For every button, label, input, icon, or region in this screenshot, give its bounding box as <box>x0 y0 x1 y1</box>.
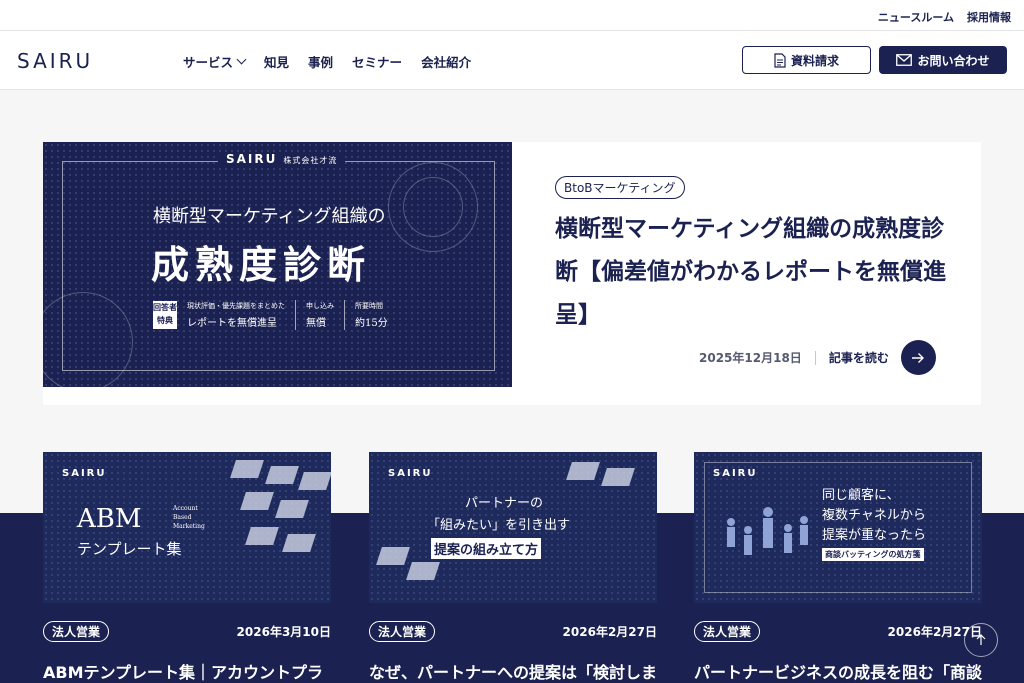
card-image-note: 提案の組み立て方 <box>431 538 542 559</box>
card-image-subtitle: テンプレート集 <box>77 540 182 558</box>
category-tag[interactable]: 法人営業 <box>43 621 110 642</box>
contact-label: お問い合わせ <box>917 53 990 68</box>
featured-image[interactable]: SAIRU 株式会社才流 横断型マーケティング組織の 成熟度診断 回答者特典 現状… <box>43 142 512 387</box>
nav-item-cases[interactable]: 事例 <box>308 52 333 71</box>
divider <box>295 300 296 330</box>
chevron-down-icon <box>236 54 247 65</box>
card-image-title: ABM <box>77 504 142 534</box>
image-logo: SAIRU 株式会社才流 <box>218 152 346 166</box>
image-headline-2: 成熟度診断 <box>151 242 372 287</box>
category-tag[interactable]: 法人営業 <box>694 621 761 642</box>
category-tag[interactable]: BtoBマーケティング <box>555 176 685 199</box>
card-image-subtitle: 「組みたい」を引き出す <box>427 518 571 533</box>
card-image-title: パートナーの <box>465 496 544 511</box>
site-logo[interactable]: SAIRU <box>17 49 93 73</box>
nav-label: 知見 <box>264 55 290 70</box>
nav-label: 事例 <box>308 55 334 70</box>
decorative-sheet <box>245 527 279 545</box>
mail-icon <box>896 54 913 66</box>
category-tag[interactable]: 法人営業 <box>369 621 436 642</box>
nav-item-seminars[interactable]: セミナー <box>352 52 402 71</box>
image-time: 所要時間 約15分 <box>355 302 388 329</box>
article-title[interactable]: 横断型マーケティング組織の成熟度診断【偏差値がわかるレポートを無償進呈】 <box>555 208 955 337</box>
card-image-title: 同じ顧客に、 <box>822 488 900 503</box>
featured-article[interactable]: SAIRU 株式会社才流 横断型マーケティング組織の 成熟度診断 回答者特典 現状… <box>43 142 981 405</box>
article-meta: 2025年12月18日 記事を読む <box>699 340 936 375</box>
newsroom-link[interactable]: ニュースルーム <box>878 9 954 25</box>
decorative-sheet <box>406 562 440 580</box>
card-image-logo: SAIRU <box>62 468 107 479</box>
article-date: 2025年12月18日 <box>699 351 802 365</box>
card-image[interactable]: SAIRU 同じ顧客に、 複数チャネルから 提案が重なったら 商談バッティングの… <box>694 452 982 603</box>
article-date: 2026年3月10日 <box>236 625 331 639</box>
image-note: 現状評価・優先課題をまとめた レポートを無償進呈 <box>187 302 285 329</box>
article-card[interactable]: SAIRU 同じ顧客に、 複数チャネルから 提案が重なったら 商談バッティングの… <box>694 452 982 683</box>
card-meta: 法人営業 2026年3月10日 <box>43 621 331 642</box>
article-title[interactable]: パートナービジネスの成長を阻む「商談 <box>694 659 982 683</box>
image-info-row: 回答者特典 現状評価・優先課題をまとめた レポートを無償進呈 申し込み 無償 所… <box>153 300 388 330</box>
request-documents-label: 資料請求 <box>790 53 839 68</box>
nav-label: サービス <box>183 55 234 70</box>
decorative-sheet <box>275 500 309 518</box>
utility-bar: ニュースルーム 採用情報 <box>0 0 1024 31</box>
image-apply: 申し込み 無償 <box>306 302 334 329</box>
card-image-note: 提案が重なったら <box>822 528 927 543</box>
main-nav: サービス 知見 事例 セミナー 会社紹介 <box>183 52 471 71</box>
read-more-button[interactable] <box>900 340 936 375</box>
decorative-sheet <box>240 492 274 510</box>
divider <box>814 350 816 365</box>
nav-label: 会社紹介 <box>421 55 472 70</box>
card-image[interactable]: SAIRU パートナーの 「組みたい」を引き出す 提案の組み立て方 <box>369 452 657 603</box>
article-title[interactable]: ABMテンプレート集｜アカウントプラ <box>43 659 331 683</box>
decorative-sheet <box>376 547 410 565</box>
card-meta: 法人営業 2026年2月27日 <box>694 621 982 642</box>
card-meta: 法人営業 2026年2月27日 <box>369 621 657 642</box>
card-image-logo: SAIRU <box>713 468 758 479</box>
request-documents-button[interactable]: 資料請求 <box>742 46 871 74</box>
card-image-caption: 商談バッティングの処方箋 <box>822 548 924 561</box>
decorative-sheet <box>566 462 600 480</box>
decorative-sheet <box>282 534 316 552</box>
site-header: SAIRU サービス 知見 事例 セミナー 会社紹介 資料請求 お問い合わせ <box>0 31 1024 90</box>
nav-item-services[interactable]: サービス <box>183 52 247 71</box>
article-card[interactable]: SAIRU ABM Account Based Marketing テンプレート… <box>43 452 331 683</box>
image-headline-1: 横断型マーケティング組織の <box>153 206 386 227</box>
article-card[interactable]: SAIRU パートナーの 「組みたい」を引き出す 提案の組み立て方 法人営業 2… <box>369 452 657 683</box>
arrow-up-icon <box>976 634 986 645</box>
article-title[interactable]: なぜ、パートナーへの提案は「検討しま <box>369 659 657 683</box>
nav-item-insights[interactable]: 知見 <box>264 52 289 71</box>
divider <box>344 300 345 330</box>
read-more-link[interactable]: 記事を読む <box>829 349 889 366</box>
decorative-sheet <box>298 472 331 490</box>
card-image-subtitle: 複数チャネルから <box>822 508 926 523</box>
article-date: 2026年2月27日 <box>562 625 657 639</box>
card-image[interactable]: SAIRU ABM Account Based Marketing テンプレート… <box>43 452 331 603</box>
nav-item-company[interactable]: 会社紹介 <box>421 52 471 71</box>
respondent-badge: 回答者特典 <box>153 301 177 329</box>
utility-links: ニュースルーム 採用情報 <box>878 9 1011 25</box>
recruit-link[interactable]: 採用情報 <box>967 9 1011 25</box>
document-icon <box>774 52 786 68</box>
nav-label: セミナー <box>352 55 403 70</box>
decorative-sheet <box>230 460 264 478</box>
scroll-top-button[interactable] <box>964 623 998 657</box>
decorative-sheet <box>265 466 299 484</box>
card-image-logo: SAIRU <box>388 468 433 479</box>
card-image-note: Account Based Marketing <box>173 505 205 530</box>
decorative-sheet <box>601 468 635 486</box>
arrow-right-icon <box>912 352 925 363</box>
contact-button[interactable]: お問い合わせ <box>879 46 1007 74</box>
people-illustration <box>727 507 808 555</box>
